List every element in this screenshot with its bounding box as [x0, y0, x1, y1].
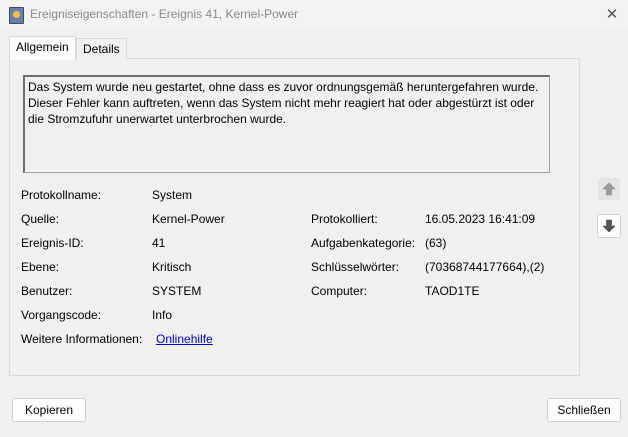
- event-properties-icon: [9, 7, 24, 24]
- protokolliert-value: 16.05.2023 16:41:09: [425, 212, 536, 226]
- weitere-informationen-label: Weitere Informationen:: [21, 332, 143, 346]
- aufgabenkategorie-value: (63): [425, 236, 447, 250]
- protokollname-label: Protokollname:: [21, 188, 102, 202]
- copy-button[interactable]: Kopieren: [12, 398, 86, 422]
- computer-value: TAOD1TE: [425, 284, 480, 298]
- schluesselwoerter-value: (70368744177664),(2): [425, 260, 545, 274]
- schluesselwoerter-label: Schlüsselwörter:: [311, 260, 400, 274]
- protokollname-value: System: [152, 188, 193, 202]
- tab-details[interactable]: Details: [76, 38, 127, 59]
- tab-allgemein[interactable]: Allgemein: [9, 36, 76, 60]
- vorgangscode-value: Info: [152, 308, 173, 322]
- event-description[interactable]: Das System wurde neu gestartet, ohne das…: [23, 75, 550, 173]
- ereignis-id-value: 41: [152, 236, 166, 250]
- protokolliert-label: Protokolliert:: [311, 212, 378, 226]
- quelle-label: Quelle:: [21, 212, 60, 226]
- quelle-value: Kernel-Power: [152, 212, 225, 226]
- close-icon[interactable]: ✕: [600, 4, 624, 26]
- vorgangscode-label: Vorgangscode:: [21, 308, 102, 322]
- ebene-value: Kritisch: [152, 260, 192, 274]
- aufgabenkategorie-label: Aufgabenkategorie:: [311, 236, 416, 250]
- close-button[interactable]: Schließen: [547, 398, 621, 422]
- benutzer-label: Benutzer:: [21, 284, 73, 298]
- window-title: Ereigniseigenschaften - Ereignis 41, Ker…: [30, 7, 299, 21]
- computer-label: Computer:: [311, 284, 368, 298]
- ebene-label: Ebene:: [21, 260, 60, 274]
- benutzer-value: SYSTEM: [152, 284, 202, 298]
- arrow-up-icon: [602, 182, 616, 196]
- arrow-down-icon: [602, 219, 616, 233]
- ereignis-id-label: Ereignis-ID:: [21, 236, 84, 250]
- next-event-button[interactable]: [597, 214, 621, 238]
- onlinehilfe-link[interactable]: Onlinehilfe: [156, 332, 213, 346]
- previous-event-button[interactable]: [598, 178, 620, 200]
